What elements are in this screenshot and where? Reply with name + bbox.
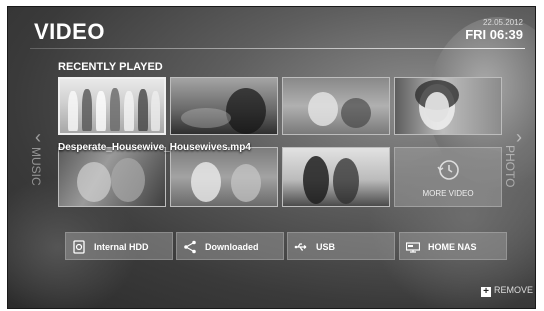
video-thumbnail[interactable] [282, 147, 390, 207]
video-thumbnail[interactable] [58, 77, 166, 135]
video-thumbnail[interactable] [394, 77, 502, 135]
tv-screen: VIDEO 22.05.2012 FRI 06:39 RECENTLY PLAY… [7, 6, 536, 309]
more-video-button[interactable]: MORE VIDEO [394, 147, 502, 207]
device-usb[interactable]: USB [287, 232, 395, 260]
section-title: RECENTLY PLAYED [58, 61, 163, 73]
device-home-nas[interactable]: HOME NAS [399, 232, 507, 260]
device-label: Internal HDD [94, 242, 149, 252]
device-label: USB [316, 242, 336, 252]
page-title: VIDEO [34, 19, 105, 44]
share-icon [184, 240, 196, 254]
device-downloaded[interactable]: Downloaded [176, 232, 284, 260]
nas-icon [406, 242, 420, 253]
hdd-icon [73, 240, 85, 254]
clock-display: FRI 06:39 [465, 27, 523, 42]
nav-music-label[interactable]: MUSIC [29, 147, 43, 186]
usb-icon [294, 243, 307, 251]
header-divider [30, 48, 525, 49]
chevron-left-icon[interactable]: ‹ [35, 127, 41, 148]
history-clock-icon [437, 160, 459, 180]
device-internal-hdd[interactable]: Internal HDD [65, 232, 173, 260]
selected-filename: Desperate_Housewive_Housewives.mp4 [58, 142, 251, 153]
date-display: 22.05.2012 [482, 18, 523, 27]
video-thumbnail[interactable] [170, 77, 278, 135]
device-label: HOME NAS [428, 242, 477, 252]
nav-photo-label[interactable]: PHOTO [503, 145, 517, 187]
device-label: Downloaded [205, 242, 259, 252]
video-thumbnail[interactable] [58, 147, 166, 207]
remove-label: REMOVE [494, 285, 534, 295]
video-thumbnail[interactable] [282, 77, 390, 135]
more-video-label: MORE VIDEO [422, 189, 474, 198]
plus-icon: + [481, 287, 491, 297]
remove-button[interactable]: + REMOVE [481, 285, 533, 297]
video-thumbnail[interactable] [170, 147, 278, 207]
